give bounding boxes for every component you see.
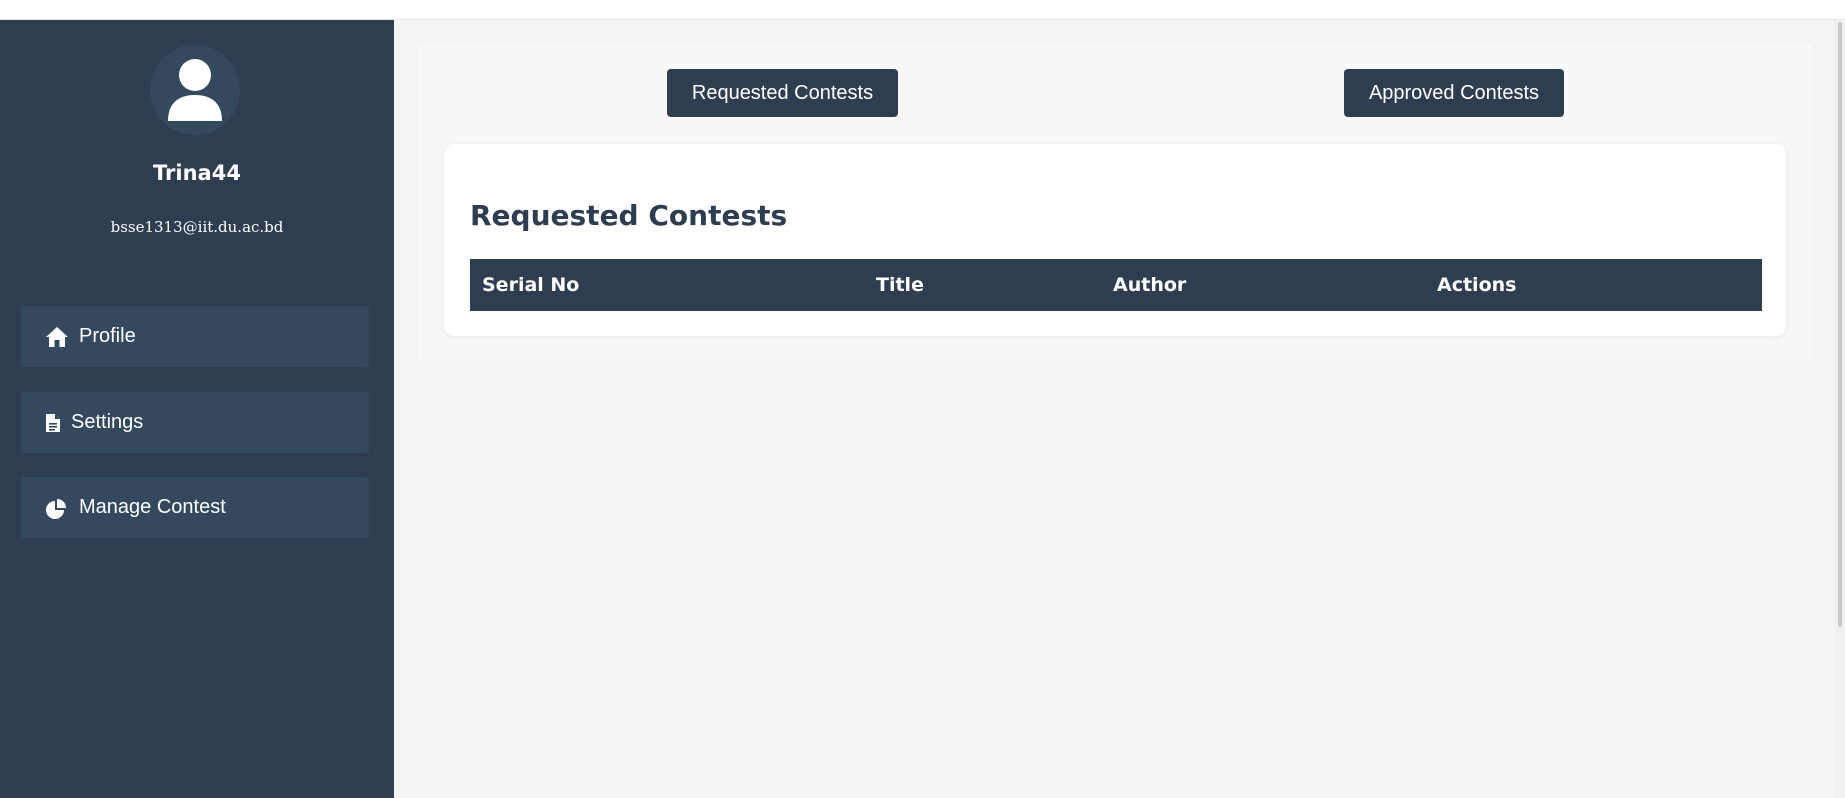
sidebar: Trina44 bsse1313@iit.du.ac.bd Profile Se… bbox=[0, 20, 394, 798]
user-name: Trina44 bbox=[153, 161, 241, 185]
table-header-row: Serial No Title Author Actions bbox=[470, 259, 1762, 311]
browser-top-bar bbox=[0, 0, 1845, 20]
document-icon bbox=[45, 413, 61, 433]
approved-contests-button[interactable]: Approved Contests bbox=[1344, 69, 1564, 117]
requested-contests-card: Requested Contests Serial No Title Autho… bbox=[444, 144, 1786, 336]
column-header-serial-no: Serial No bbox=[470, 259, 864, 311]
contest-panel: Requested Contests Approved Contests Req… bbox=[418, 44, 1812, 361]
user-email: bsse1313@iit.du.ac.bd bbox=[110, 218, 284, 236]
scrollbar-thumb[interactable] bbox=[1838, 22, 1842, 627]
sidebar-item-label: Profile bbox=[79, 325, 136, 347]
contests-table: Serial No Title Author Actions bbox=[470, 259, 1762, 311]
column-header-actions: Actions bbox=[1425, 259, 1762, 311]
requested-contests-button[interactable]: Requested Contests bbox=[667, 69, 898, 117]
user-icon bbox=[168, 59, 222, 121]
user-avatar bbox=[150, 45, 240, 135]
sidebar-item-settings[interactable]: Settings bbox=[21, 392, 369, 453]
main-content: Requested Contests Approved Contests Req… bbox=[394, 20, 1834, 798]
sidebar-item-label: Settings bbox=[71, 411, 144, 433]
card-title: Requested Contests bbox=[470, 199, 788, 232]
sidebar-item-profile[interactable]: Profile bbox=[21, 306, 369, 367]
column-header-author: Author bbox=[1101, 259, 1425, 311]
sidebar-item-manage-contest[interactable]: Manage Contest bbox=[21, 477, 369, 538]
home-icon bbox=[45, 326, 69, 348]
sidebar-item-label: Manage Contest bbox=[79, 496, 226, 518]
column-header-title: Title bbox=[864, 259, 1101, 311]
pie-chart-icon bbox=[45, 497, 69, 519]
